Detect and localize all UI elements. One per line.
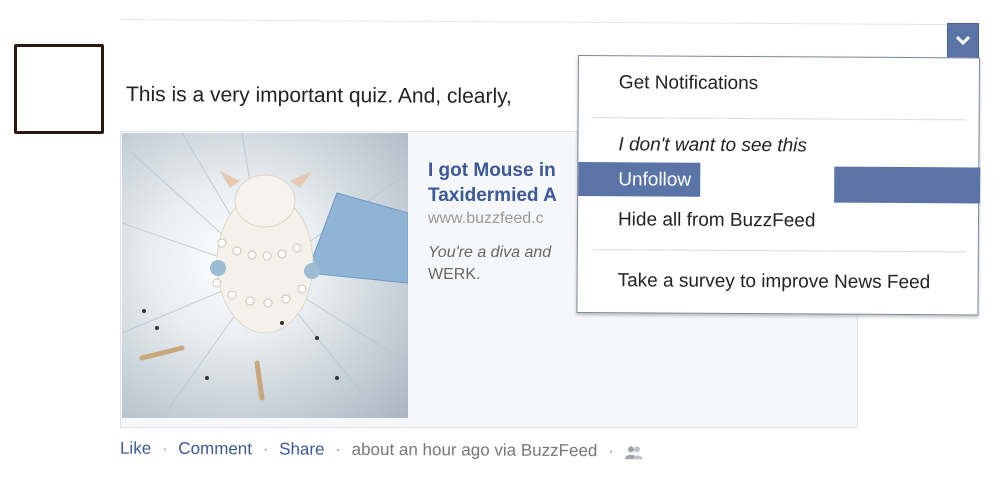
link-title[interactable]: I got Mouse in Taxidermied A	[428, 158, 598, 208]
top-divider	[119, 19, 980, 26]
post-timestamp[interactable]: about an hour ago via BuzzFeed	[352, 440, 598, 460]
separator: ·	[335, 439, 341, 459]
friends-icon[interactable]	[624, 441, 643, 460]
link-description-rest: WERK.	[428, 266, 481, 283]
menu-item-unfollow[interactable]: Unfollow	[618, 169, 691, 191]
menu-item-get-notifications[interactable]: Get Notifications	[619, 72, 759, 95]
separator: ·	[161, 438, 168, 458]
post-text: This is a very important quiz. And, clea…	[125, 82, 512, 109]
link-thumbnail[interactable]	[122, 133, 408, 418]
menu-item-hide-all[interactable]: Hide all from BuzzFeed	[618, 209, 816, 232]
chevron-down-icon	[955, 33, 971, 51]
avatar[interactable]	[14, 44, 104, 134]
post-options-menu: Get Notifications I don't want to see th…	[576, 55, 981, 316]
share-link[interactable]: Share	[279, 439, 324, 458]
menu-separator	[591, 249, 966, 253]
link-description-italic: You're a diva and	[428, 244, 552, 261]
post-options-button[interactable]	[947, 23, 979, 60]
menu-item-unfollow-highlight-right	[834, 166, 981, 204]
separator: ·	[262, 439, 269, 459]
link-domain: www.buzzfeed.c	[428, 210, 544, 227]
like-link[interactable]: Like	[120, 439, 151, 458]
post-footer: Like · Comment · Share · about an hour a…	[120, 439, 643, 462]
comment-link[interactable]: Comment	[178, 439, 252, 458]
menu-item-hide-post[interactable]: I don't want to see this	[618, 134, 807, 157]
menu-separator	[592, 117, 967, 121]
link-description: You're a diva and WERK.	[428, 242, 588, 286]
separator: ·	[608, 441, 614, 461]
menu-item-survey[interactable]: Take a survey to improve News Feed	[618, 270, 931, 294]
